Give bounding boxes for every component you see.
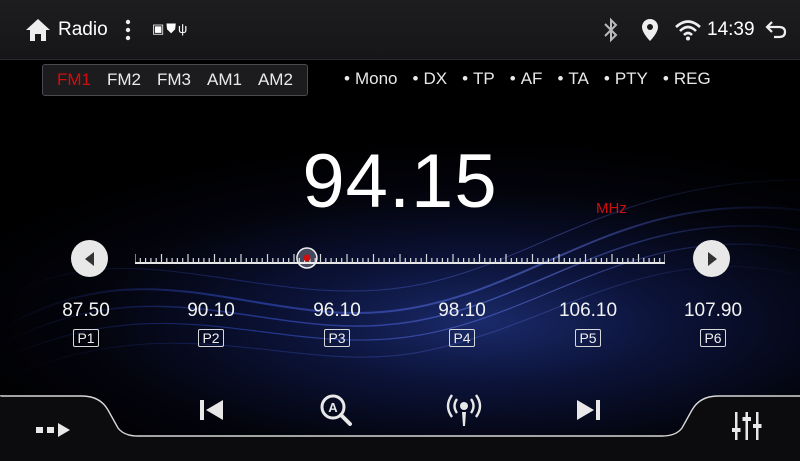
band-tab-fm3[interactable]: FM3 (157, 70, 191, 90)
home-icon[interactable] (24, 17, 52, 43)
location-icon (642, 19, 658, 41)
clock: 14:39 (707, 19, 755, 40)
notification-icons: ▣⛊ψ (152, 21, 190, 36)
frequency-unit: MHz (596, 200, 627, 217)
preset-label: P6 (700, 329, 726, 347)
tune-up-button[interactable] (693, 240, 730, 277)
band-tab-fm1[interactable]: FM1 (57, 70, 91, 90)
preset-frequency: 96.10 (313, 300, 361, 321)
radio-screen: Radio ▣⛊ψ 14:39 FM1 FM2 FM3 AM1 AM2 • Mo… (0, 0, 800, 461)
app-title: Radio (58, 19, 108, 40)
frequency-dial[interactable] (135, 246, 665, 270)
chevron-right-icon (707, 251, 717, 266)
bottom-controls: A (0, 388, 800, 461)
preset-list: 87.50 P1 90.10 P2 96.10 P3 98.10 P4 106.… (0, 300, 800, 360)
dial-cursor-dot (303, 254, 311, 262)
preset-label: P4 (449, 329, 475, 347)
next-station-icon[interactable] (574, 396, 604, 424)
flag-af[interactable]: AF (510, 69, 543, 89)
band-tab-am2[interactable]: AM2 (258, 70, 293, 90)
flag-pty[interactable]: PTY (604, 69, 648, 89)
flag-mono[interactable]: Mono (344, 69, 398, 89)
band-selector: FM1 FM2 FM3 AM1 AM2 (42, 64, 308, 96)
preset-3[interactable]: 96.10 P3 (287, 300, 387, 348)
frequency-display: 94.15 (302, 139, 498, 224)
equalizer-icon[interactable] (729, 408, 765, 444)
status-bar: Radio ▣⛊ψ 14:39 (0, 0, 800, 60)
chevron-left-icon (84, 251, 94, 266)
preset-label: P5 (575, 329, 601, 347)
flag-dx[interactable]: DX (412, 69, 447, 89)
band-tab-am1[interactable]: AM1 (207, 70, 242, 90)
preset-label: P3 (324, 329, 350, 347)
preset-4[interactable]: 98.10 P4 (412, 300, 512, 348)
preset-6[interactable]: 107.90 P6 (663, 300, 763, 348)
preset-2[interactable]: 90.10 P2 (161, 300, 261, 348)
preset-frequency: 98.10 (438, 300, 486, 321)
preset-frequency: 90.10 (187, 300, 235, 321)
preset-label: P2 (198, 329, 224, 347)
flag-ta[interactable]: TA (557, 69, 588, 89)
band-tab-fm2[interactable]: FM2 (107, 70, 141, 90)
bottom-bar-frame (0, 395, 800, 461)
svg-text:A: A (328, 400, 338, 415)
source-switch-icon[interactable] (34, 420, 74, 440)
flag-tp[interactable]: TP (462, 69, 495, 89)
preset-1[interactable]: 87.50 P1 (36, 300, 136, 348)
flag-reg[interactable]: REG (663, 69, 711, 89)
wifi-icon (675, 20, 701, 41)
more-vert-icon[interactable] (124, 19, 132, 41)
bluetooth-icon (604, 17, 618, 43)
back-icon[interactable] (764, 18, 788, 40)
preset-5[interactable]: 106.10 P5 (538, 300, 638, 348)
tune-down-button[interactable] (71, 240, 108, 277)
preset-frequency: 107.90 (683, 300, 743, 321)
radio-broadcast-icon[interactable] (444, 392, 484, 428)
preset-frequency: 106.10 (558, 300, 618, 321)
previous-station-icon[interactable] (196, 396, 226, 424)
preset-label: P1 (73, 329, 99, 347)
rds-flags: Mono DX TP AF TA PTY REG (344, 69, 726, 89)
preset-frequency: 87.50 (62, 300, 110, 321)
auto-scan-icon[interactable]: A (318, 392, 354, 428)
